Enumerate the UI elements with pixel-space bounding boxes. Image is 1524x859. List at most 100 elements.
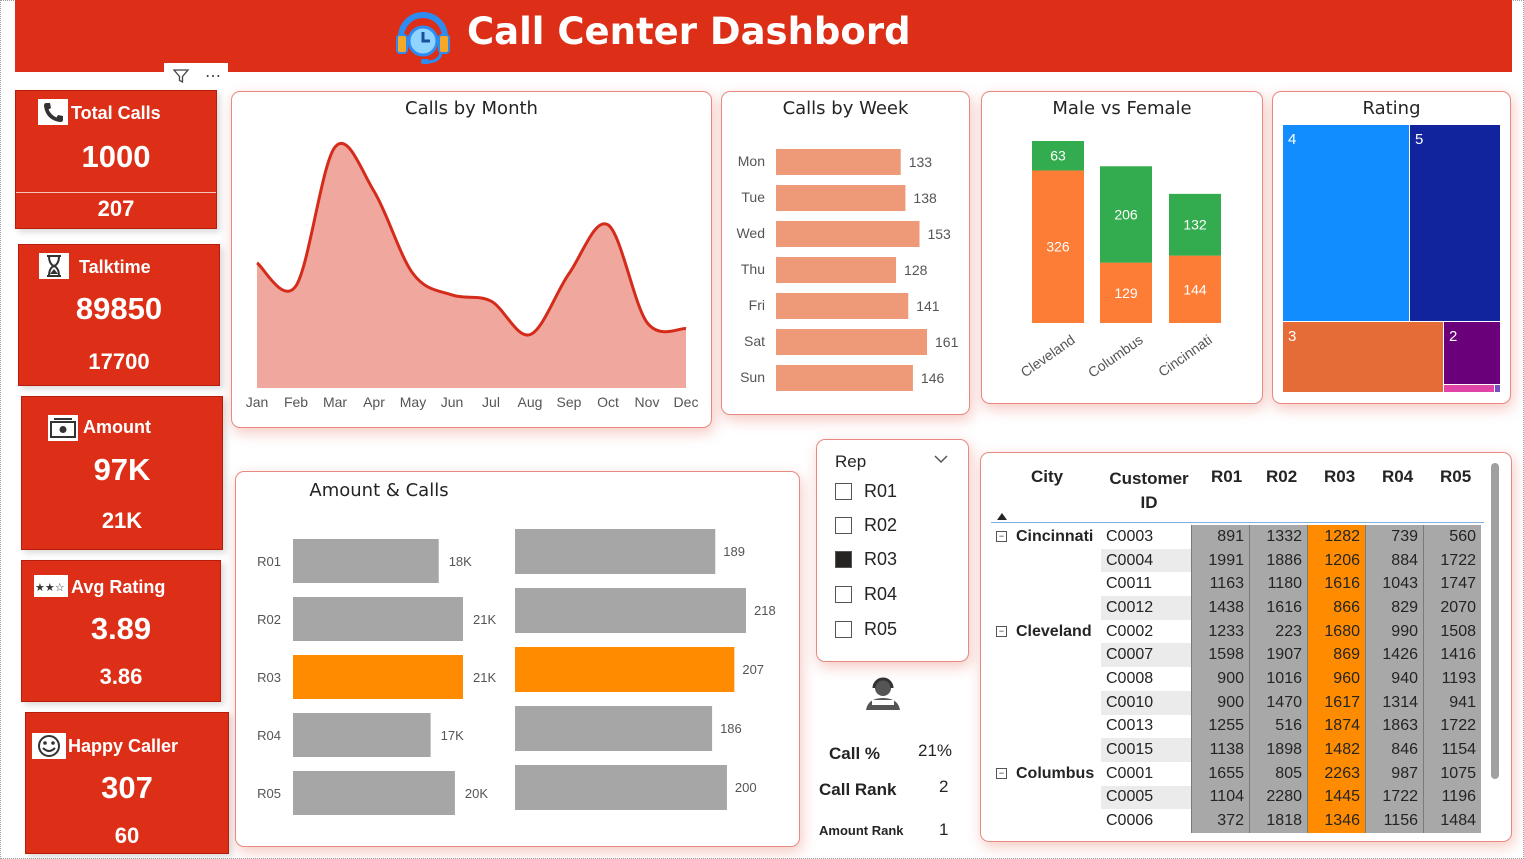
value-cell[interactable]: 1722: [1423, 714, 1481, 739]
collapse-icon[interactable]: −: [996, 625, 1007, 637]
slicer-option-r05[interactable]: R05: [835, 617, 897, 641]
treemap-tile[interactable]: [1283, 125, 1409, 321]
checkbox[interactable]: [835, 482, 852, 500]
table-row[interactable]: C0006 372 1818 1346 1156 1484: [991, 809, 1481, 833]
table-row[interactable]: − Cincinnati C0003 891 1332 1282 739 560: [991, 525, 1481, 549]
filter-icon[interactable]: [166, 63, 196, 89]
slicer-option-r03[interactable]: R03: [835, 547, 897, 571]
customer-matrix[interactable]: City Customer ID R01 R02 R03 R04 R05 − Ci…: [980, 452, 1512, 842]
value-cell[interactable]: 1874: [1307, 714, 1366, 739]
checkbox[interactable]: [835, 585, 852, 603]
value-cell[interactable]: 1075: [1423, 761, 1481, 786]
column-header[interactable]: City: [1031, 467, 1063, 487]
calls-by-week-card[interactable]: Calls by Week Mon 133 Tue 138 Wed 153 Thu 128 Fr…: [721, 91, 970, 415]
data-point[interactable]: [524, 329, 536, 341]
treemap-tile[interactable]: [1495, 385, 1500, 392]
value-cell[interactable]: 940: [1365, 667, 1424, 691]
data-point[interactable]: [368, 185, 380, 197]
column-header[interactable]: R02: [1266, 467, 1297, 487]
value-cell[interactable]: 884: [1365, 548, 1424, 573]
data-point[interactable]: [446, 289, 458, 301]
table-row[interactable]: C0004 1991 1886 1206 884 1722: [991, 548, 1481, 573]
value-cell[interactable]: 1043: [1365, 572, 1424, 597]
table-row[interactable]: C0005 1104 2280 1445 1722 1196: [991, 785, 1481, 810]
value-cell[interactable]: 1180: [1249, 572, 1308, 597]
calls-bar[interactable]: [515, 529, 716, 574]
amount-bar[interactable]: [293, 655, 463, 699]
value-cell[interactable]: 1484: [1423, 809, 1481, 833]
collapse-icon[interactable]: −: [996, 531, 1007, 543]
column-header[interactable]: R03: [1324, 467, 1355, 487]
value-cell[interactable]: 739: [1365, 525, 1424, 549]
value-cell[interactable]: 1416: [1423, 643, 1481, 668]
week-bar[interactable]: [776, 221, 920, 247]
value-cell[interactable]: 900: [1191, 667, 1250, 691]
table-row[interactable]: C0010 900 1470 1617 1314 941: [991, 690, 1481, 715]
value-cell[interactable]: 1907: [1249, 643, 1308, 668]
value-cell[interactable]: 866: [1307, 596, 1366, 620]
column-header[interactable]: R01: [1211, 467, 1242, 487]
value-cell[interactable]: 1016: [1249, 667, 1308, 691]
data-point[interactable]: [407, 268, 419, 280]
amount-bar[interactable]: [293, 539, 439, 583]
table-row[interactable]: C0011 1163 1180 1616 1043 1747: [991, 572, 1481, 597]
data-point[interactable]: [602, 219, 614, 231]
value-cell[interactable]: 1616: [1307, 572, 1366, 597]
checkbox[interactable]: [835, 516, 852, 534]
week-bar[interactable]: [776, 257, 897, 283]
rep-slicer[interactable]: Rep R01 R02 R03 R04 R05: [816, 439, 969, 662]
value-cell[interactable]: 941: [1423, 690, 1481, 715]
value-cell[interactable]: 1470: [1249, 690, 1308, 715]
week-bar[interactable]: [776, 329, 927, 355]
column-header[interactable]: R04: [1382, 467, 1413, 487]
value-cell[interactable]: 1598: [1191, 643, 1250, 668]
value-cell[interactable]: 1438: [1191, 596, 1250, 620]
value-cell[interactable]: 2280: [1249, 785, 1308, 810]
value-cell[interactable]: 846: [1365, 738, 1424, 762]
slicer-option-r04[interactable]: R04: [835, 582, 897, 606]
value-cell[interactable]: 1722: [1365, 785, 1424, 810]
checkbox[interactable]: [835, 620, 852, 638]
value-cell[interactable]: 1482: [1307, 738, 1366, 762]
collapse-icon[interactable]: −: [996, 767, 1007, 779]
week-bar[interactable]: [776, 293, 909, 319]
calls-bar[interactable]: [515, 647, 735, 692]
value-cell[interactable]: 560: [1423, 525, 1481, 549]
value-cell[interactable]: 960: [1307, 667, 1366, 691]
value-cell[interactable]: 223: [1249, 619, 1308, 644]
table-row[interactable]: − Columbus C0001 1655 805 2263 987 1075: [991, 761, 1481, 786]
value-cell[interactable]: 1104: [1191, 785, 1250, 810]
data-point[interactable]: [680, 323, 692, 335]
value-cell[interactable]: 1282: [1307, 525, 1366, 549]
value-cell[interactable]: 1193: [1423, 667, 1481, 691]
value-cell[interactable]: 1196: [1423, 785, 1481, 810]
value-cell[interactable]: 1898: [1249, 738, 1308, 762]
value-cell[interactable]: 891: [1191, 525, 1250, 549]
column-header[interactable]: Customer ID: [1107, 467, 1191, 515]
value-cell[interactable]: 1314: [1365, 690, 1424, 715]
rating-card[interactable]: Rating 4532: [1272, 91, 1511, 404]
value-cell[interactable]: 1818: [1249, 809, 1308, 833]
table-row[interactable]: C0012 1438 1616 866 829 2070: [991, 596, 1481, 620]
value-cell[interactable]: 1206: [1307, 548, 1366, 573]
vertical-scrollbar[interactable]: [1491, 463, 1499, 779]
value-cell[interactable]: 516: [1249, 714, 1308, 739]
week-bar[interactable]: [776, 365, 913, 391]
amount-bar[interactable]: [293, 771, 455, 815]
value-cell[interactable]: 1747: [1423, 572, 1481, 597]
data-point[interactable]: [485, 295, 497, 307]
value-cell[interactable]: 1863: [1365, 714, 1424, 739]
calls-bar[interactable]: [515, 765, 727, 810]
value-cell[interactable]: 2070: [1423, 596, 1481, 620]
value-cell[interactable]: 1156: [1365, 809, 1424, 833]
chevron-down-icon[interactable]: [933, 453, 949, 465]
data-point[interactable]: [563, 268, 575, 280]
value-cell[interactable]: 1255: [1191, 714, 1250, 739]
data-point[interactable]: [641, 316, 653, 328]
value-cell[interactable]: 1138: [1191, 738, 1250, 762]
value-cell[interactable]: 805: [1249, 761, 1308, 786]
value-cell[interactable]: 1616: [1249, 596, 1308, 620]
table-row[interactable]: − Cleveland C0002 1233 223 1680 990 1508: [991, 619, 1481, 644]
value-cell[interactable]: 869: [1307, 643, 1366, 668]
value-cell[interactable]: 987: [1365, 761, 1424, 786]
